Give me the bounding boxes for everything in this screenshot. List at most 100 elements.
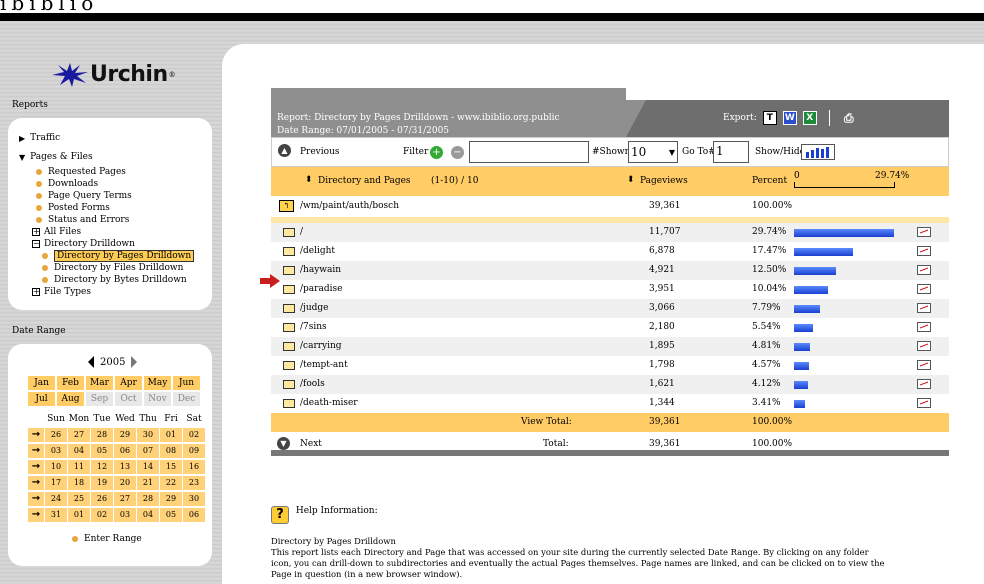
calendar-day[interactable]: 30 (183, 492, 205, 506)
folder-icon[interactable] (283, 342, 295, 351)
sort-icon[interactable]: ⬍ (305, 175, 313, 185)
calendar-day[interactable]: 27 (114, 492, 136, 506)
next-year-icon[interactable] (131, 356, 138, 368)
folder-icon[interactable] (283, 399, 295, 408)
calendar-day[interactable]: 29 (160, 492, 182, 506)
month-aug[interactable]: Aug (57, 392, 84, 406)
table-row[interactable]: /judge 3,066 7.79% (271, 299, 949, 318)
table-row[interactable]: /tempt-ant 1,798 4.57% (271, 356, 949, 375)
week-select-arrow-icon[interactable]: → (28, 428, 44, 442)
nav-dir-pages-drilldown[interactable]: Directory by Pages Drilldown (42, 250, 195, 262)
calendar-day[interactable]: 13 (114, 460, 136, 474)
previous-link[interactable]: Previous (300, 147, 339, 157)
calendar-day[interactable]: 20 (114, 476, 136, 490)
chart-toggle-icon[interactable] (801, 144, 835, 160)
calendar-day[interactable]: 26 (45, 428, 67, 442)
help-icon[interactable]: ? (271, 506, 289, 524)
row-path[interactable]: /fools (300, 379, 325, 389)
month-jan[interactable]: Jan (28, 376, 55, 390)
filter-include-icon[interactable]: + (430, 146, 443, 159)
folder-icon[interactable] (283, 304, 295, 313)
calendar-day[interactable]: 31 (45, 508, 67, 522)
calendar-day[interactable]: 17 (45, 476, 67, 490)
row-path[interactable]: /haywain (300, 265, 341, 275)
sort-icon[interactable]: ⬍ (627, 175, 635, 185)
nav-file-types[interactable]: + File Types (32, 287, 91, 297)
table-row[interactable]: /carrying 1,895 4.81% (271, 337, 949, 356)
week-select-arrow-icon[interactable]: → (28, 508, 44, 522)
calendar-day[interactable]: 21 (137, 476, 159, 490)
calendar-day[interactable]: 05 (160, 508, 182, 522)
nav-all-files[interactable]: + All Files (32, 227, 81, 237)
col-pageviews-header[interactable]: Pageviews (640, 176, 688, 186)
enter-range-link[interactable]: Enter Range (72, 534, 142, 544)
trend-chart-icon[interactable] (917, 227, 931, 237)
month-mar[interactable]: Mar (86, 376, 113, 390)
trend-chart-icon[interactable] (917, 246, 931, 256)
row-path[interactable]: /tempt-ant (300, 360, 348, 370)
calendar-day[interactable]: 01 (160, 428, 182, 442)
prev-year-icon[interactable] (88, 356, 94, 368)
calendar-day[interactable]: 02 (183, 428, 205, 442)
calendar-day[interactable]: 14 (137, 460, 159, 474)
table-row[interactable]: /haywain 4,921 12.50% (271, 261, 949, 280)
table-row[interactable]: /delight 6,878 17.47% (271, 242, 949, 261)
trend-chart-icon[interactable] (917, 379, 931, 389)
calendar-day[interactable]: 06 (114, 444, 136, 458)
trend-chart-icon[interactable] (917, 303, 931, 313)
nav-requested-pages[interactable]: Requested Pages (36, 167, 126, 177)
calendar-day[interactable]: 08 (160, 444, 182, 458)
calendar-day[interactable]: 05 (91, 444, 113, 458)
urchin-logo[interactable]: Urchin ® (52, 62, 176, 87)
calendar-day[interactable]: 10 (45, 460, 67, 474)
calendar-day[interactable]: 28 (137, 492, 159, 506)
next-down-icon[interactable]: ▼ (277, 437, 290, 450)
export-word-icon[interactable]: W (782, 111, 797, 125)
calendar-day[interactable]: 03 (114, 508, 136, 522)
table-row[interactable]: /7sins 2,180 5.54% (271, 318, 949, 337)
calendar-day[interactable]: 30 (137, 428, 159, 442)
row-path[interactable]: /paradise (300, 284, 342, 294)
row-path[interactable]: /carrying (300, 341, 342, 351)
trend-chart-icon[interactable] (917, 341, 931, 351)
calendar-day[interactable]: 23 (183, 476, 205, 490)
trend-chart-icon[interactable] (917, 265, 931, 275)
parent-directory-row[interactable]: ↰ /wm/paint/auth/bosch 39,361 100.00% (271, 196, 949, 217)
row-path[interactable]: /judge (300, 303, 328, 313)
calendar-day[interactable]: 02 (91, 508, 113, 522)
nav-dir-bytes-drilldown[interactable]: Directory by Bytes Drilldown (42, 275, 187, 285)
calendar-day[interactable]: 18 (68, 476, 90, 490)
table-row[interactable]: /paradise 3,951 10.04% (271, 280, 949, 299)
col-directory-header[interactable]: Directory and Pages (318, 176, 411, 186)
week-select-arrow-icon[interactable]: → (28, 444, 44, 458)
nav-traffic[interactable]: ▶ Traffic (19, 133, 60, 143)
nav-page-query-terms[interactable]: Page Query Terms (36, 191, 132, 201)
folder-up-icon[interactable]: ↰ (279, 200, 294, 212)
previous-up-icon[interactable]: ▲ (278, 144, 291, 157)
shown-select[interactable]: 10 ▼ (628, 141, 678, 163)
calendar-day[interactable]: 16 (183, 460, 205, 474)
week-select-arrow-icon[interactable]: → (28, 492, 44, 506)
month-feb[interactable]: Feb (57, 376, 84, 390)
calendar-day[interactable]: 22 (160, 476, 182, 490)
calendar-day[interactable]: 19 (91, 476, 113, 490)
row-path[interactable]: /7sins (300, 322, 327, 332)
parent-path[interactable]: /wm/paint/auth/bosch (300, 201, 399, 211)
print-icon[interactable]: ⎙ (842, 111, 856, 125)
trend-chart-icon[interactable] (917, 360, 931, 370)
folder-icon[interactable] (283, 361, 295, 370)
row-path[interactable]: / (300, 227, 303, 237)
calendar-day[interactable]: 26 (91, 492, 113, 506)
filter-input[interactable] (469, 141, 589, 163)
month-apr[interactable]: Apr (115, 376, 142, 390)
next-link[interactable]: Next (300, 439, 322, 449)
week-select-arrow-icon[interactable]: → (28, 476, 44, 490)
calendar-day[interactable]: 25 (68, 492, 90, 506)
calendar-day[interactable]: 01 (68, 508, 90, 522)
nav-directory-drilldown[interactable]: − Directory Drilldown (32, 239, 135, 249)
calendar-day[interactable]: 24 (45, 492, 67, 506)
calendar-day[interactable]: 04 (68, 444, 90, 458)
export-text-icon[interactable]: T (762, 111, 777, 125)
table-row[interactable]: /fools 1,621 4.12% (271, 375, 949, 394)
nav-status-errors[interactable]: Status and Errors (36, 215, 129, 225)
